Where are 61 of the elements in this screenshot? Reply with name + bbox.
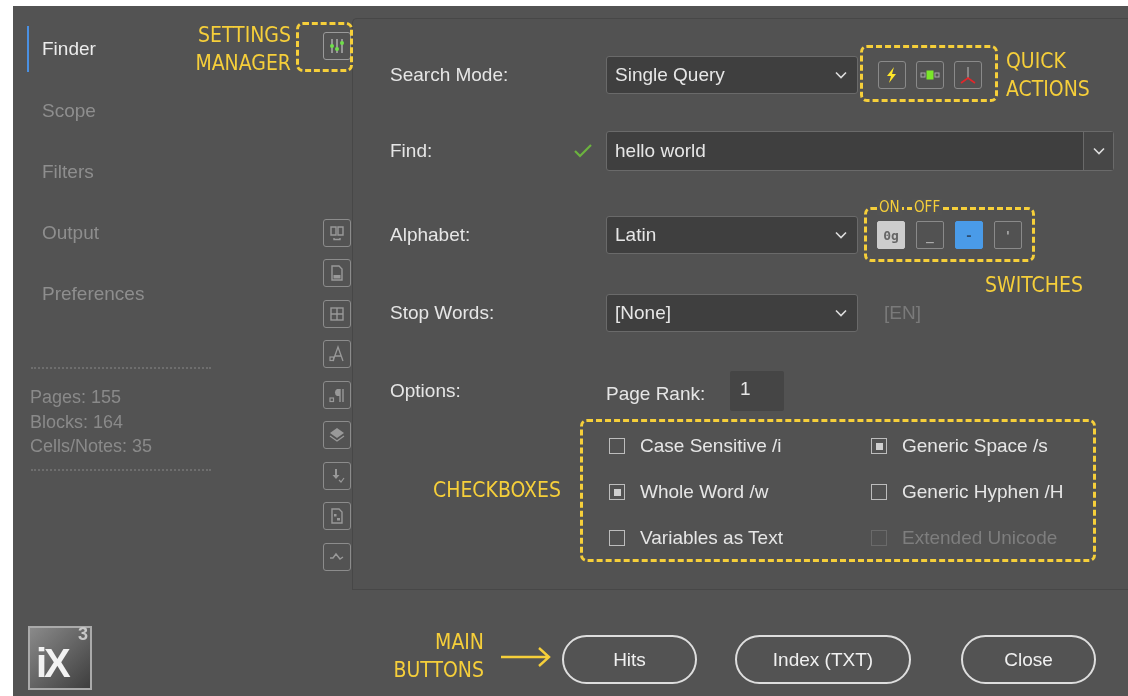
chevron-down-icon: [1092, 147, 1105, 155]
checkbox[interactable]: [609, 484, 625, 500]
line-chart-button[interactable]: [323, 542, 352, 571]
settings-manager-button[interactable]: [323, 32, 352, 60]
callout-label: CHECKBOXES: [433, 477, 561, 504]
action-button[interactable]: Index (TXT): [735, 635, 911, 684]
grid-icon: [328, 304, 347, 323]
app-logo: iX 3: [28, 626, 92, 690]
find-field[interactable]: hello world: [606, 131, 1114, 171]
field-label: Find:: [390, 140, 434, 162]
arrow-down-check-button[interactable]: [323, 461, 352, 490]
callout-label: QUICK ACTIONS: [1006, 48, 1091, 103]
dropdown[interactable]: Latin: [606, 216, 858, 254]
document-button[interactable]: [323, 259, 352, 287]
chevron-down-icon: [835, 231, 847, 239]
dropdown[interactable]: [None]: [606, 294, 858, 332]
layers-icon: [328, 426, 347, 444]
font-button[interactable]: [323, 340, 352, 368]
callout-label: ON: [877, 199, 902, 215]
page-rank-field[interactable]: 1: [730, 371, 784, 411]
callout-label: SETTINGS MANAGER: [194, 22, 291, 77]
chevron-down-icon: [835, 309, 847, 317]
sidebar-item[interactable]: Finder: [27, 26, 100, 72]
field-label: Options:: [390, 380, 462, 402]
checkbox-label: Whole Word /w: [640, 481, 769, 503]
field-label: Alphabet:: [390, 224, 472, 246]
callout-label: MAIN BUTTONS: [392, 629, 484, 684]
angle-icon: [959, 66, 977, 84]
dropdown[interactable]: Single Query: [606, 56, 858, 94]
checkbox-label: Case Sensitive /i: [640, 435, 782, 457]
grid-button[interactable]: [323, 299, 352, 328]
checkbox-label: Generic Space /s: [902, 435, 1048, 457]
switch-button[interactable]: _: [916, 221, 944, 249]
callout-label: SWITCHES: [985, 272, 1083, 299]
field-label: Search Mode:: [390, 64, 510, 86]
callout-label: OFF: [912, 199, 943, 215]
checkbox[interactable]: [871, 438, 887, 454]
bar-handle-icon: [920, 70, 940, 80]
action-button[interactable]: Hits: [562, 635, 697, 684]
book-icon: [328, 223, 347, 242]
checkbox[interactable]: [609, 438, 625, 454]
book-button[interactable]: [323, 218, 352, 247]
page-rank-label: Page Rank:: [606, 382, 707, 405]
action-button[interactable]: Close: [961, 635, 1096, 684]
field-label: Stop Words:: [390, 302, 496, 324]
checkbox[interactable]: [609, 530, 625, 546]
quick-action-button[interactable]: [878, 61, 906, 89]
layers-button[interactable]: [323, 421, 352, 449]
quick-action-button[interactable]: [916, 61, 944, 89]
checkbox[interactable]: [871, 484, 887, 500]
checkbox-label: Variables as Text: [640, 527, 783, 549]
lightning-icon: [885, 66, 899, 84]
switch-button[interactable]: 0g: [877, 221, 905, 249]
switch-button[interactable]: ': [994, 221, 1022, 249]
checkbox-label: Generic Hyphen /H: [902, 481, 1064, 503]
chevron-down-icon: [835, 71, 847, 79]
sliders-icon: [328, 37, 347, 55]
arrow-right-icon: [500, 646, 552, 668]
paragraph-button[interactable]: [323, 380, 352, 409]
dashed-highlight-box: [296, 22, 353, 72]
document-button[interactable]: [323, 502, 352, 530]
